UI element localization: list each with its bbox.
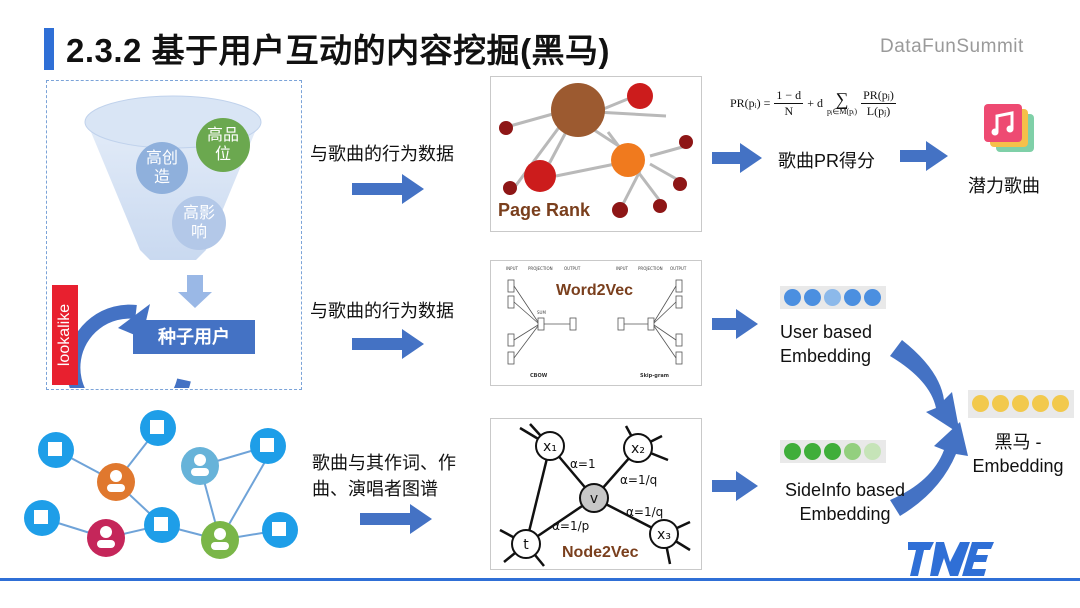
embedding-dot [864,443,881,460]
music-app-icon [984,104,1034,152]
embedding-dot [1032,395,1049,412]
n2v-edge-x2v: α=1/q [620,473,657,487]
w2v-box [507,279,515,293]
n2v-label-x1: x₁ [543,439,557,455]
potential-songs-label: 潜力歌曲 [968,176,1040,196]
tme-logo-icon [908,542,994,576]
w2v-box [569,317,577,331]
embedding-dot [1052,395,1069,412]
bottom-accent-line [0,578,1080,581]
pr-node [499,121,513,135]
pr-node [612,202,628,218]
pr-edge [649,162,681,183]
embedding-dot [864,289,881,306]
formula-rhs-num: PR(pⱼ) [861,88,896,104]
w2v-box [675,295,683,309]
arrow-right-icon [360,504,432,534]
sum-sign-icon: ∑ [835,89,849,109]
formula-frac-num: 1 − d [774,88,804,104]
user-embedding-bar [780,286,886,309]
w2v-box [675,333,683,347]
n2v-edge-x1v: α=1 [570,457,596,471]
pr-node [653,199,667,213]
pr-score-label: 歌曲PR得分 [778,151,876,171]
pr-edge [595,110,667,118]
embedding-dot [824,443,841,460]
w2v-sum: SUM [537,310,546,315]
arrow-right-icon [352,174,424,204]
embedding-dot [992,395,1009,412]
pr-edge [649,144,687,158]
word2vec-diagram: INPUT PROJECTION OUTPUT INPUT PROJECTION… [506,266,687,379]
pr-node [524,160,556,192]
n2v-label-x2: x₂ [631,441,645,457]
w2v-output-left: OUTPUT [564,266,581,271]
embedding-dot [1012,395,1029,412]
arrow-right-icon [712,471,758,501]
w2v-output-right: OUTPUT [670,266,687,271]
embedding-dot [824,289,841,306]
embedding-dot [844,289,861,306]
w2v-box [675,351,683,365]
formula-frac-den: N [784,104,794,118]
w2v-box [647,317,655,331]
arrow-right-icon [900,141,948,171]
embedding-dot [784,289,801,306]
w2v-proj-left: PROJECTION [528,266,553,271]
w2v-box [507,295,515,309]
w2v-cbow-label: CBOW [530,373,548,379]
w2v-box [537,317,545,331]
sideinfo-embedding-bar [780,440,886,463]
formula-lhs: PR(pᵢ) = [730,96,771,110]
pr-node [503,181,517,195]
w2v-box [507,333,515,347]
w2v-box [675,279,683,293]
arrow-right-icon [712,143,762,173]
embedding-dot [804,443,821,460]
word2vec-title: Word2Vec [556,282,634,299]
pagerank-formula: PR(pᵢ) = 1 − d N + d ∑ pⱼ∈M(pᵢ) PR(pⱼ) L… [730,88,896,119]
n2v-edge-x3v: α=1/q [626,505,663,519]
pr-node [627,83,653,109]
n2v-edge-tv: α=1/p [552,519,589,533]
pagerank-title: Page Rank [498,200,591,220]
arrow-right-icon [712,309,758,339]
w2v-box [617,317,625,331]
embedding-dot [972,395,989,412]
arrow-curve-down-icon [890,340,960,434]
w2v-input-left: INPUT [506,266,519,271]
final-embedding-label: 黑马 - Embedding [972,432,1064,476]
pr-node-large [551,83,605,137]
formula-frac: 1 − d N [774,88,804,119]
w2v-skipgram-label: Skip-gram [640,373,669,379]
formula-sum-sub: pⱼ∈M(pᵢ) [826,107,858,116]
arrow-right-icon [352,329,424,359]
embedding-dot [784,443,801,460]
pr-node [679,135,693,149]
w2v-input-right: INPUT [616,266,629,271]
formula-mid: + d [807,96,823,110]
embedding-dot [804,289,821,306]
embedding-dot [844,443,861,460]
pr-node [611,143,645,177]
user-embedding-label: User based Embedding [780,322,873,366]
pr-node [673,177,687,191]
node2vec-title: Node2Vec [562,544,639,561]
n2v-label-t: t [523,537,529,553]
w2v-proj-right: PROJECTION [638,266,663,271]
formula-sum: ∑ pⱼ∈M(pᵢ) [826,89,858,116]
w2v-box [507,351,515,365]
formula-rhs-den: L(pⱼ) [866,104,891,118]
n2v-label-x3: x₃ [657,527,671,543]
sideinfo-embedding-label: SideInfo based Embedding [784,480,906,524]
final-embedding-bar [968,390,1074,418]
n2v-label-v: v [590,491,598,507]
formula-rhs: PR(pⱼ) L(pⱼ) [861,88,896,119]
